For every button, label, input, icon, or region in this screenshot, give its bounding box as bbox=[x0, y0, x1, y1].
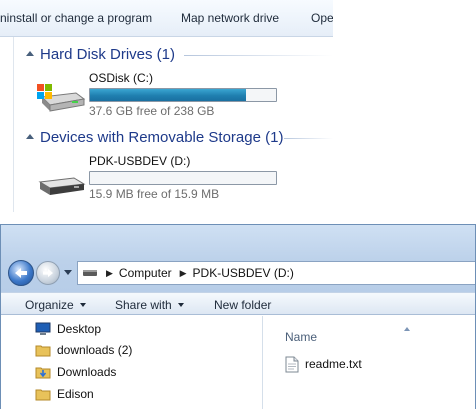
back-arrow-icon bbox=[15, 268, 27, 278]
drive-usage-fill bbox=[90, 89, 247, 101]
computer-command-bar: ninstall or change a program Map network… bbox=[0, 0, 333, 37]
uninstall-program-button[interactable]: ninstall or change a program bbox=[0, 11, 152, 25]
nav-item-desktop[interactable]: Desktop bbox=[35, 320, 101, 338]
nav-item-edison[interactable]: Edison bbox=[35, 385, 94, 403]
breadcrumb-computer[interactable]: Computer bbox=[119, 266, 172, 280]
group-divider bbox=[184, 55, 333, 56]
share-with-label: Share with bbox=[115, 298, 172, 312]
group-title: Devices with Removable Storage (1) bbox=[40, 128, 284, 146]
computer-window-fragment: ninstall or change a program Map network… bbox=[0, 0, 333, 212]
drive-icon bbox=[83, 270, 97, 276]
forward-arrow-icon bbox=[43, 268, 53, 278]
downloads-folder-icon bbox=[35, 367, 51, 379]
breadcrumb-pdk-usbdev[interactable]: PDK-USBDEV (D:) bbox=[193, 266, 294, 280]
new-folder-label: New folder bbox=[214, 298, 272, 312]
group-header-removable-storage[interactable]: Devices with Removable Storage (1) bbox=[26, 127, 283, 147]
chevron-down-icon bbox=[79, 303, 86, 307]
windows-hard-drive-icon bbox=[37, 84, 86, 112]
nav-item-downloads-2[interactable]: downloads (2) bbox=[35, 341, 132, 359]
desktop-icon bbox=[35, 322, 51, 335]
navigation-pane: Desktop downloads (2) Downloads Edison bbox=[1, 316, 263, 409]
back-button[interactable] bbox=[8, 260, 34, 286]
nav-item-label: Downloads bbox=[57, 365, 117, 379]
folder-icon bbox=[35, 345, 51, 357]
share-with-button[interactable]: Share with bbox=[115, 298, 184, 312]
group-header-hard-disk-drives[interactable]: Hard Disk Drives (1) bbox=[26, 44, 175, 64]
nav-item-label: Desktop bbox=[57, 322, 102, 336]
forward-button[interactable] bbox=[36, 261, 60, 285]
drive-free-space: 37.6 GB free of 238 GB bbox=[89, 104, 215, 118]
file-item-readme[interactable]: readme.txt bbox=[285, 354, 362, 374]
sort-ascending-icon bbox=[404, 327, 410, 331]
collapse-arrow-icon[interactable] bbox=[26, 133, 34, 139]
file-list-pane: Name readme.txt bbox=[264, 316, 475, 409]
drive-name: OSDisk (C:) bbox=[89, 71, 153, 85]
breadcrumb-separator-icon[interactable]: ▶ bbox=[106, 268, 113, 279]
chevron-down-icon bbox=[177, 303, 184, 307]
drive-name: PDK-USBDEV (D:) bbox=[89, 154, 191, 168]
navigation-pane-edge bbox=[0, 37, 14, 212]
nav-item-downloads[interactable]: Downloads bbox=[35, 363, 116, 381]
nav-item-label: Edison bbox=[57, 387, 94, 401]
address-bar[interactable]: ▶ Computer ▶ PDK-USBDEV (D:) bbox=[77, 261, 475, 285]
collapse-arrow-icon[interactable] bbox=[26, 50, 34, 56]
drive-usage-bar bbox=[89, 171, 277, 185]
explorer-command-bar: Organize Share with New folder bbox=[1, 292, 475, 315]
group-title: Hard Disk Drives (1) bbox=[40, 45, 176, 63]
drive-free-space: 15.9 MB free of 15.9 MB bbox=[89, 187, 220, 201]
breadcrumb-separator-icon[interactable]: ▶ bbox=[180, 268, 187, 279]
explorer-window-pdk-usbdev: ▶ Computer ▶ PDK-USBDEV (D:) Organize Sh… bbox=[0, 224, 476, 409]
recent-pages-dropdown-icon[interactable] bbox=[64, 270, 72, 275]
new-folder-button[interactable]: New folder bbox=[214, 298, 271, 312]
text-file-icon bbox=[285, 356, 299, 372]
organize-button[interactable]: Organize bbox=[25, 298, 86, 312]
nav-item-label: downloads (2) bbox=[57, 343, 133, 357]
folder-icon bbox=[35, 389, 51, 401]
organize-label: Organize bbox=[25, 298, 74, 312]
usb-drive-icon bbox=[38, 177, 86, 195]
file-name: readme.txt bbox=[305, 357, 362, 371]
column-header-name[interactable]: Name bbox=[285, 330, 317, 344]
group-divider bbox=[284, 138, 333, 139]
map-network-drive-button[interactable]: Map network drive bbox=[181, 11, 279, 25]
open-control-panel-button[interactable]: Ope bbox=[311, 11, 333, 25]
drive-usage-bar bbox=[89, 88, 277, 102]
